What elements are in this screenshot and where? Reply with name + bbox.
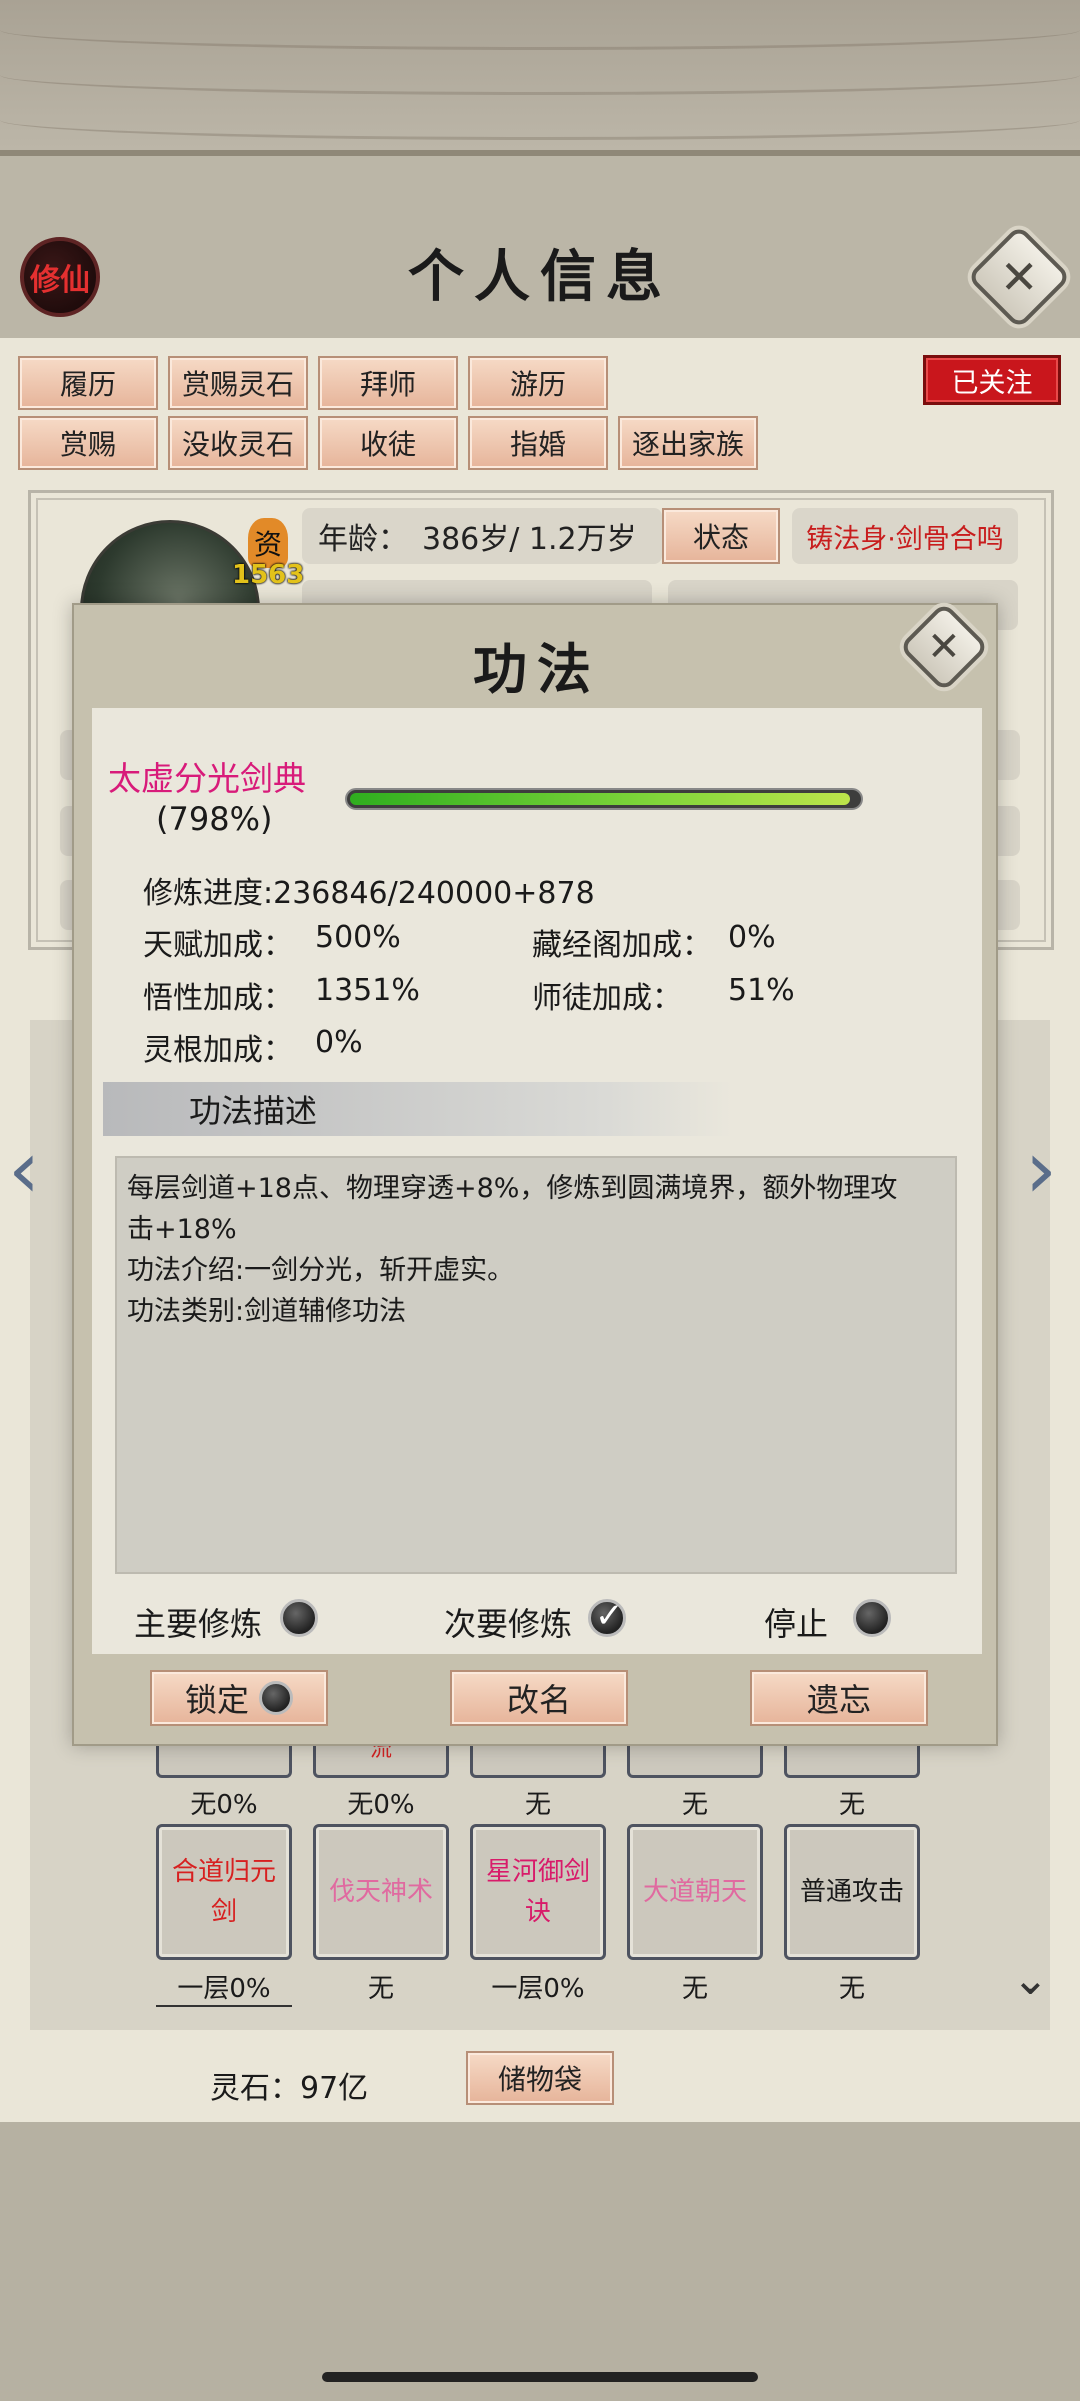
home-indicator[interactable] bbox=[322, 2372, 758, 2382]
library-value: 0% bbox=[728, 920, 776, 955]
skill-cell-normal-attack[interactable]: 普通攻击 bbox=[784, 1824, 920, 1960]
dialog-title: 功法 bbox=[473, 637, 601, 701]
close-icon: ✕ bbox=[999, 249, 1039, 304]
action-reward-stones-button[interactable]: 赏赐灵石 bbox=[168, 356, 308, 410]
description-line: 功法类别:剑道辅修功法 bbox=[127, 1296, 407, 1327]
description-header: 功法描述 bbox=[103, 1082, 733, 1136]
insight-label: 悟性加成： bbox=[143, 981, 293, 1016]
cultivation-row: 修炼进度:236846/240000+878 bbox=[143, 868, 595, 912]
talent-label: 天赋加成： bbox=[143, 928, 293, 963]
lock-label: 锁定 bbox=[184, 1681, 249, 1719]
insight-value: 1351% bbox=[315, 973, 420, 1008]
action-arrange-marriage-button[interactable]: 指婚 bbox=[468, 416, 608, 470]
skill-level-label: 无0% bbox=[190, 1790, 258, 1820]
skill-level-label: 无 bbox=[367, 1974, 394, 2004]
skill-level-label: 无 bbox=[524, 1790, 551, 1820]
mode-primary-label: 主要修炼 bbox=[134, 1605, 263, 1643]
skill-level-label: 无 bbox=[681, 1974, 708, 2004]
skill-level-label: 无 bbox=[681, 1790, 708, 1820]
root-label: 灵根加成： bbox=[143, 1033, 293, 1068]
bottom-decoration bbox=[0, 2122, 1080, 2401]
next-arrow-icon[interactable]: › bbox=[1025, 1130, 1057, 1210]
mode-primary-radio[interactable] bbox=[280, 1599, 318, 1637]
action-resume-button[interactable]: 履历 bbox=[18, 356, 158, 410]
mentor-label: 师徒加成： bbox=[532, 981, 682, 1016]
body-tag: 铸法身·剑骨合鸣 bbox=[792, 508, 1018, 564]
skill-level-label: 无 bbox=[838, 1974, 865, 2004]
page-title: 个人信息 bbox=[408, 244, 672, 310]
action-reward-button[interactable]: 赏赐 bbox=[18, 416, 158, 470]
skill-cell-dadao[interactable]: 大道朝天 bbox=[627, 1824, 763, 1960]
mode-stop-label: 停止 bbox=[764, 1605, 829, 1643]
progress-fill bbox=[350, 793, 851, 805]
action-apprentice-button[interactable]: 拜师 bbox=[318, 356, 458, 410]
talent-value: 500% bbox=[315, 920, 401, 955]
skill-level-label: 一层0% bbox=[491, 1974, 585, 2004]
cultivation-label: 修炼进度: bbox=[143, 876, 274, 911]
description-line: 每层剑道+18点、物理穿透+8%，修炼到圆满境界，额外物理攻 bbox=[127, 1173, 898, 1204]
aptitude-value: 1563 bbox=[232, 560, 305, 590]
action-take-disciple-button[interactable]: 收徒 bbox=[318, 416, 458, 470]
cultivation-value: 236846/240000+878 bbox=[273, 876, 595, 911]
spirit-stones-count: 灵石：97亿 bbox=[210, 2071, 369, 2106]
mode-secondary-radio[interactable] bbox=[588, 1596, 626, 1637]
mode-stop-radio[interactable] bbox=[853, 1599, 891, 1637]
skill-percent: (798%) bbox=[156, 800, 273, 838]
state-button[interactable]: 状态 bbox=[662, 508, 780, 564]
prev-arrow-icon[interactable]: ‹ bbox=[8, 1130, 40, 1210]
mode-secondary-label: 次要修炼 bbox=[444, 1605, 573, 1643]
action-expel-button[interactable]: 逐出家族 bbox=[618, 416, 758, 470]
description-line: 功法介绍:一剑分光，斩开虚实。 bbox=[127, 1255, 515, 1286]
action-confiscate-button[interactable]: 没收灵石 bbox=[168, 416, 308, 470]
description-line: 击+18% bbox=[127, 1214, 237, 1245]
skill-cell-heduguiyuan[interactable]: 合道归元剑 bbox=[156, 1824, 292, 1960]
top-decoration bbox=[0, 0, 1080, 150]
lock-button[interactable]: 锁定 bbox=[150, 1670, 328, 1726]
mentor-value: 51% bbox=[728, 973, 795, 1008]
age-label: 年龄： bbox=[318, 522, 408, 557]
rename-button[interactable]: 改名 bbox=[450, 1670, 628, 1726]
lock-toggle-icon bbox=[259, 1681, 293, 1715]
skill-level-label: 一层0% bbox=[156, 1968, 292, 2007]
follow-button[interactable]: 已关注 bbox=[923, 355, 1061, 405]
description-box: 每层剑道+18点、物理穿透+8%，修炼到圆满境界，额外物理攻 击+18% 功法介… bbox=[115, 1156, 957, 1574]
cultivation-progress-bar bbox=[345, 788, 863, 810]
storage-bag-button[interactable]: 储物袋 bbox=[466, 2051, 614, 2105]
close-icon: ✕ bbox=[927, 623, 961, 670]
skill-level-label: 无 bbox=[838, 1790, 865, 1820]
skill-name: 太虚分光剑典 bbox=[108, 759, 306, 798]
age-value: 386岁/ 1.2万岁 bbox=[422, 522, 637, 557]
chevron-down-icon[interactable]: ⌄ bbox=[1012, 1958, 1049, 2002]
forget-button[interactable]: 遗忘 bbox=[750, 1670, 928, 1726]
action-travel-button[interactable]: 游历 bbox=[468, 356, 608, 410]
skill-cell-fatian[interactable]: 伐天神术 bbox=[313, 1824, 449, 1960]
age-row: 年龄： 386岁/ 1.2万岁 bbox=[302, 508, 662, 564]
xiuxian-seal-icon: 修仙 bbox=[20, 237, 100, 317]
library-label: 藏经阁加成： bbox=[532, 928, 712, 963]
skill-level-label: 无0% bbox=[347, 1790, 415, 1820]
root-value: 0% bbox=[315, 1025, 363, 1060]
skill-cell-xinghe[interactable]: 星河御剑诀 bbox=[470, 1824, 606, 1960]
